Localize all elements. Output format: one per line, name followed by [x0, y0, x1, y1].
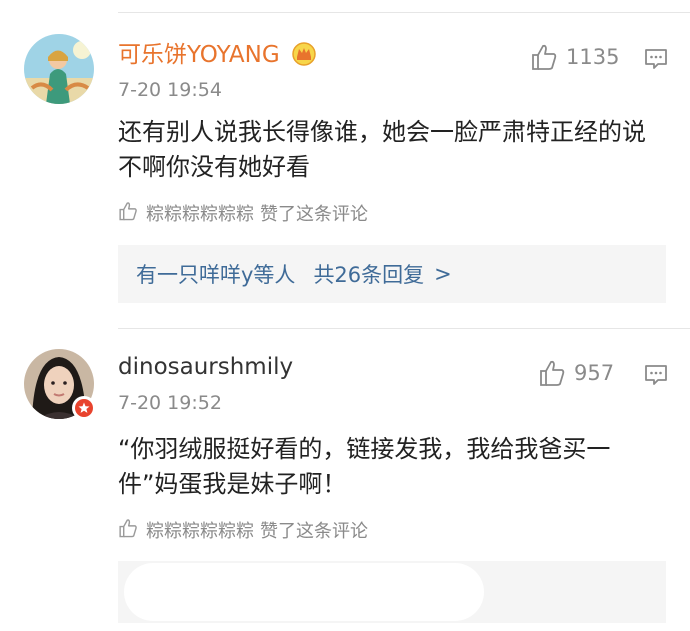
like-button[interactable]: 957: [538, 359, 614, 387]
comment-card: dinosaurshmily 7-20 19:52 957 “你羽绒服挺好看的，…: [0, 0, 690, 631]
liked-by-name[interactable]: 粽粽粽粽粽粽: [146, 517, 254, 543]
comment-reply-icon[interactable]: [644, 364, 668, 386]
timestamp: 7-20 19:52: [118, 392, 222, 414]
liked-by-row: 粽粽粽粽粽粽 赞了这条评论: [118, 517, 368, 543]
username-text: dinosaurshmily: [118, 354, 294, 380]
liked-by-suffix: 赞了这条评论: [260, 521, 368, 542]
thumbs-up-icon: [538, 359, 566, 387]
username[interactable]: dinosaurshmily: [118, 352, 293, 382]
replies-preview-placeholder[interactable]: [118, 561, 666, 623]
small-thumbs-up-icon: [118, 518, 146, 543]
placeholder-pill: [124, 563, 484, 621]
star-badge-icon: [72, 396, 96, 420]
comment-text: “你羽绒服挺好看的，链接发我，我给我爸买一件”妈蛋我是妹子啊！: [118, 435, 611, 498]
like-count: 957: [574, 361, 615, 385]
